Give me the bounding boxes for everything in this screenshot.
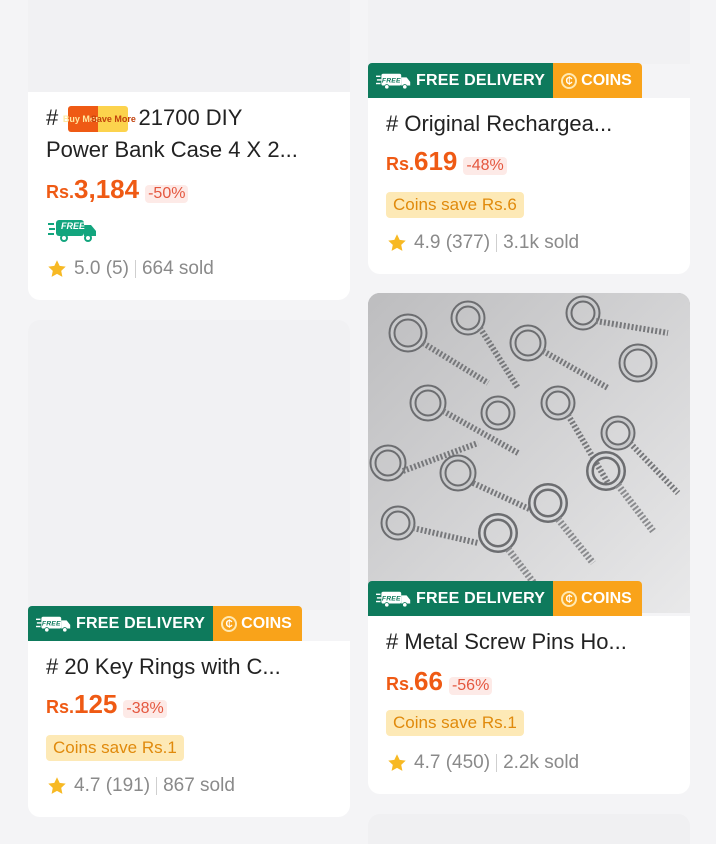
- coins-tag: ₵ COINS: [553, 581, 642, 617]
- rating-value: 5.0: [74, 258, 101, 279]
- coin-icon: ₵: [561, 73, 578, 89]
- product-title: # Original Rechargea...: [386, 111, 613, 136]
- sold-count: 664 sold: [141, 258, 214, 279]
- coin-icon: ₵: [561, 591, 578, 607]
- product-title-line2: Power Bank Case 4 X 2...: [46, 137, 298, 162]
- product-price: Rs. 66 -56%: [386, 666, 493, 697]
- discount-badge: -50%: [145, 185, 189, 203]
- product-title: # Metal Screw Pins Ho...: [386, 629, 627, 654]
- next-product-card-peek[interactable]: [368, 814, 690, 844]
- buy-more-save-more-badge: Buy More Save More: [63, 106, 136, 133]
- coins-save-badge: Coins save Rs.1: [386, 710, 524, 736]
- product-image-screw-pins[interactable]: [368, 293, 690, 613]
- product-price: Rs. 125 -38%: [46, 689, 167, 720]
- free-delivery-coins-banner: FREE DELIVERY ₵ COINS: [368, 581, 642, 617]
- free-delivery-tag: FREE DELIVERY: [368, 63, 554, 99]
- free-delivery-coins-banner: FREE DELIVERY ₵ COINS: [28, 606, 302, 642]
- free-delivery-tag: FREE DELIVERY: [28, 606, 214, 642]
- delivery-truck-icon: [36, 615, 72, 633]
- rating-row: 5.0 (5) 664 sold: [46, 258, 214, 280]
- product-title: # Buy More Save More 21700 DIY: [46, 102, 242, 134]
- star-icon: [386, 752, 408, 774]
- coin-icon: ₵: [221, 616, 238, 632]
- discount-badge: -56%: [448, 677, 493, 695]
- coins-save-badge: Coins save Rs.6: [386, 192, 524, 218]
- star-icon: [46, 258, 68, 280]
- rating-value: 4.7: [414, 752, 441, 773]
- product-price: Rs. 619 -48%: [386, 146, 507, 177]
- discount-badge: -48%: [463, 157, 507, 175]
- sold-count: 3.1k sold: [503, 232, 580, 253]
- delivery-truck-icon: [376, 590, 412, 608]
- review-count: (450): [445, 752, 491, 773]
- divider: [496, 754, 498, 772]
- rating-row: 4.7 (450) 2.2k sold: [386, 752, 579, 774]
- product-card-power-bank[interactable]: # Buy More Save More 21700 DIY Power Ban…: [28, 92, 350, 300]
- free-delivery-truck-icon: FREE: [48, 218, 98, 242]
- discount-badge: -38%: [123, 700, 167, 718]
- divider: [156, 777, 158, 795]
- coins-tag: ₵ COINS: [213, 606, 302, 642]
- coins-save-badge: Coins save Rs.1: [46, 735, 184, 761]
- product-image-placeholder[interactable]: [28, 320, 350, 610]
- star-icon: [46, 775, 68, 797]
- sold-count: 2.2k sold: [503, 752, 580, 773]
- product-image-placeholder[interactable]: [368, 0, 690, 64]
- review-count: (191): [105, 775, 151, 796]
- product-card-screw-pins[interactable]: # Metal Screw Pins Ho... Rs. 66 -56% Coi…: [368, 616, 690, 794]
- product-card-rechargeable[interactable]: # Original Rechargea... Rs. 619 -48% Coi…: [368, 98, 690, 274]
- coins-tag: ₵ COINS: [553, 63, 642, 99]
- rating-row: 4.9 (377) 3.1k sold: [386, 232, 579, 254]
- free-delivery-coins-banner: FREE DELIVERY ₵ COINS: [368, 63, 642, 99]
- product-card-key-rings[interactable]: # 20 Key Rings with C... Rs. 125 -38% Co…: [28, 641, 350, 817]
- delivery-truck-icon: [376, 72, 412, 90]
- product-image-placeholder[interactable]: [28, 0, 350, 92]
- rating-row: 4.7 (191) 867 sold: [46, 775, 235, 797]
- free-delivery-tag: FREE DELIVERY: [368, 581, 554, 617]
- divider: [134, 260, 136, 278]
- review-count: (377): [445, 232, 491, 253]
- product-price: Rs. 3,184 -50%: [46, 174, 189, 205]
- sold-count: 867 sold: [163, 775, 235, 796]
- rating-value: 4.7: [74, 775, 101, 796]
- product-title: # 20 Key Rings with C...: [46, 654, 281, 679]
- divider: [496, 234, 498, 252]
- rating-value: 4.9: [414, 232, 441, 253]
- screw-pins-photo: [368, 293, 690, 613]
- star-icon: [386, 232, 408, 254]
- review-count: (5): [105, 258, 129, 279]
